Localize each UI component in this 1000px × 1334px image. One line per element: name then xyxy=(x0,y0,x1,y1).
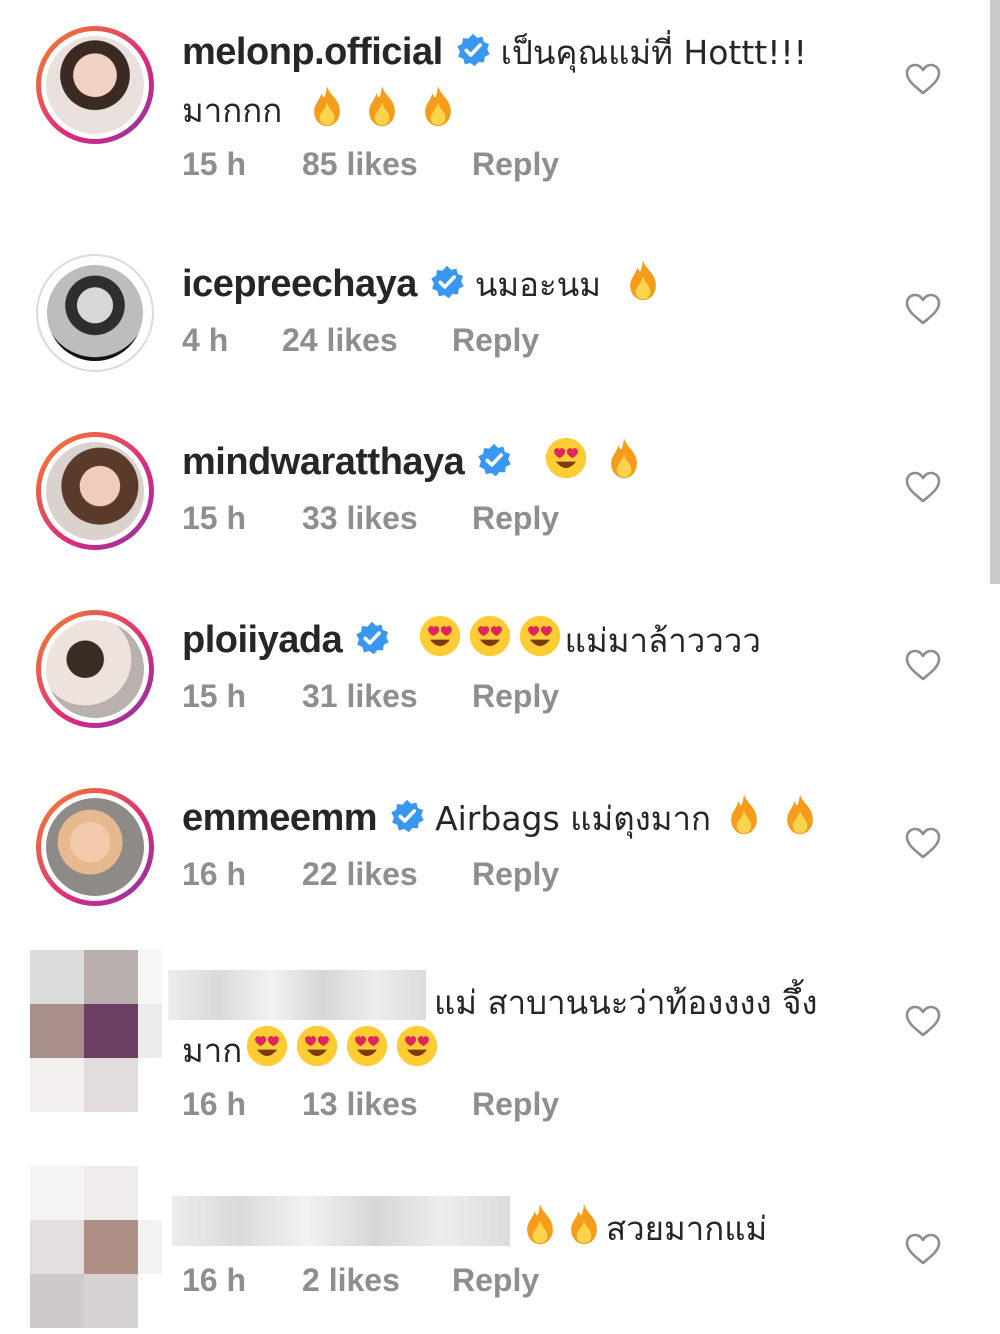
username[interactable]: mindwaratthaya xyxy=(182,441,465,483)
likes-count[interactable]: 85 likes xyxy=(302,146,472,183)
comment-meta: 16 h 22 likes Reply xyxy=(182,856,559,893)
verified-badge-icon xyxy=(389,798,425,834)
verified-badge-icon xyxy=(354,620,390,656)
avatar[interactable] xyxy=(30,1166,162,1328)
heart-eyes-emoji-icon xyxy=(345,1024,389,1068)
likes-count[interactable]: 13 likes xyxy=(302,1086,472,1123)
verified-badge-icon xyxy=(429,264,465,300)
heart-eyes-emoji-icon xyxy=(544,436,588,480)
timestamp: 16 h xyxy=(182,1262,247,1298)
reply-button[interactable]: Reply xyxy=(472,146,559,183)
comment-meta: 16 h 2 likes Reply xyxy=(182,1262,539,1299)
avatar[interactable] xyxy=(36,26,154,144)
fire-emoji-icon xyxy=(308,84,346,128)
fire-emoji-icon xyxy=(565,1202,603,1246)
verified-badge-icon xyxy=(455,32,491,68)
comment-meta: 15 h 85 likes Reply xyxy=(182,146,559,183)
comment-text: แม่ สาบานนะว่าท้องงงง จึ้ง xyxy=(434,983,818,1022)
likes-count[interactable]: 31 likes xyxy=(302,678,472,715)
username[interactable]: emmeemm xyxy=(182,797,378,839)
timestamp: 15 h xyxy=(182,500,247,536)
timestamp: 4 h xyxy=(182,322,229,358)
heart-eyes-emoji-icon xyxy=(468,614,512,658)
comment-text: นมอะนม xyxy=(474,265,602,304)
fire-emoji-icon xyxy=(419,84,457,128)
like-heart-icon[interactable] xyxy=(904,470,942,504)
fire-emoji-icon xyxy=(781,792,819,836)
comment-text: แม่มาล้าวววว xyxy=(564,621,761,660)
username[interactable]: ploiiyada xyxy=(182,619,343,661)
like-heart-icon[interactable] xyxy=(904,826,942,860)
reply-button[interactable]: Reply xyxy=(472,500,559,537)
comment-text: มาก xyxy=(182,1031,243,1070)
verified-badge-icon xyxy=(476,442,512,478)
reply-button[interactable]: Reply xyxy=(452,322,539,359)
avatar[interactable] xyxy=(36,254,154,372)
fire-emoji-icon xyxy=(521,1202,559,1246)
comment-meta: 16 h 13 likes Reply xyxy=(182,1086,559,1123)
like-heart-icon[interactable] xyxy=(904,1232,942,1266)
comment-text: สวยมากแม่ xyxy=(606,1209,768,1248)
reply-button[interactable]: Reply xyxy=(472,1086,559,1123)
heart-eyes-emoji-icon xyxy=(395,1024,439,1068)
likes-count[interactable]: 24 likes xyxy=(282,322,452,359)
like-heart-icon[interactable] xyxy=(904,292,942,326)
fire-emoji-icon xyxy=(605,436,643,480)
avatar[interactable] xyxy=(36,610,154,728)
heart-eyes-emoji-icon xyxy=(418,614,462,658)
avatar[interactable] xyxy=(30,950,162,1112)
heart-eyes-emoji-icon xyxy=(518,614,562,658)
username[interactable]: melonp.official xyxy=(182,31,443,73)
comment-meta: 15 h 31 likes Reply xyxy=(182,678,559,715)
scrollbar[interactable] xyxy=(990,0,1000,584)
blurred-username[interactable] xyxy=(168,970,426,1020)
comment-meta: 15 h 33 likes Reply xyxy=(182,500,559,537)
avatar[interactable] xyxy=(36,788,154,906)
fire-emoji-icon xyxy=(725,792,763,836)
fire-emoji-icon xyxy=(363,84,401,128)
comment-text: มากกก xyxy=(182,91,283,130)
comment-text: เป็นคุณแม่ที่ Hottt!!! xyxy=(500,33,807,72)
heart-eyes-emoji-icon xyxy=(245,1024,289,1068)
heart-eyes-emoji-icon xyxy=(295,1024,339,1068)
reply-button[interactable]: Reply xyxy=(472,856,559,893)
like-heart-icon[interactable] xyxy=(904,62,942,96)
reply-button[interactable]: Reply xyxy=(452,1262,539,1299)
timestamp: 15 h xyxy=(182,146,247,182)
blurred-username[interactable] xyxy=(172,1196,510,1246)
likes-count[interactable]: 33 likes xyxy=(302,500,472,537)
likes-count[interactable]: 22 likes xyxy=(302,856,472,893)
like-heart-icon[interactable] xyxy=(904,648,942,682)
timestamp: 16 h xyxy=(182,1086,247,1122)
likes-count[interactable]: 2 likes xyxy=(302,1262,452,1299)
fire-emoji-icon xyxy=(624,258,662,302)
timestamp: 15 h xyxy=(182,678,247,714)
comment-meta: 4 h 24 likes Reply xyxy=(182,322,539,359)
like-heart-icon[interactable] xyxy=(904,1004,942,1038)
reply-button[interactable]: Reply xyxy=(472,678,559,715)
timestamp: 16 h xyxy=(182,856,247,892)
avatar[interactable] xyxy=(36,432,154,550)
comment-text: Airbags แม่ตุงมาก xyxy=(435,799,712,838)
username[interactable]: icepreechaya xyxy=(182,263,417,305)
